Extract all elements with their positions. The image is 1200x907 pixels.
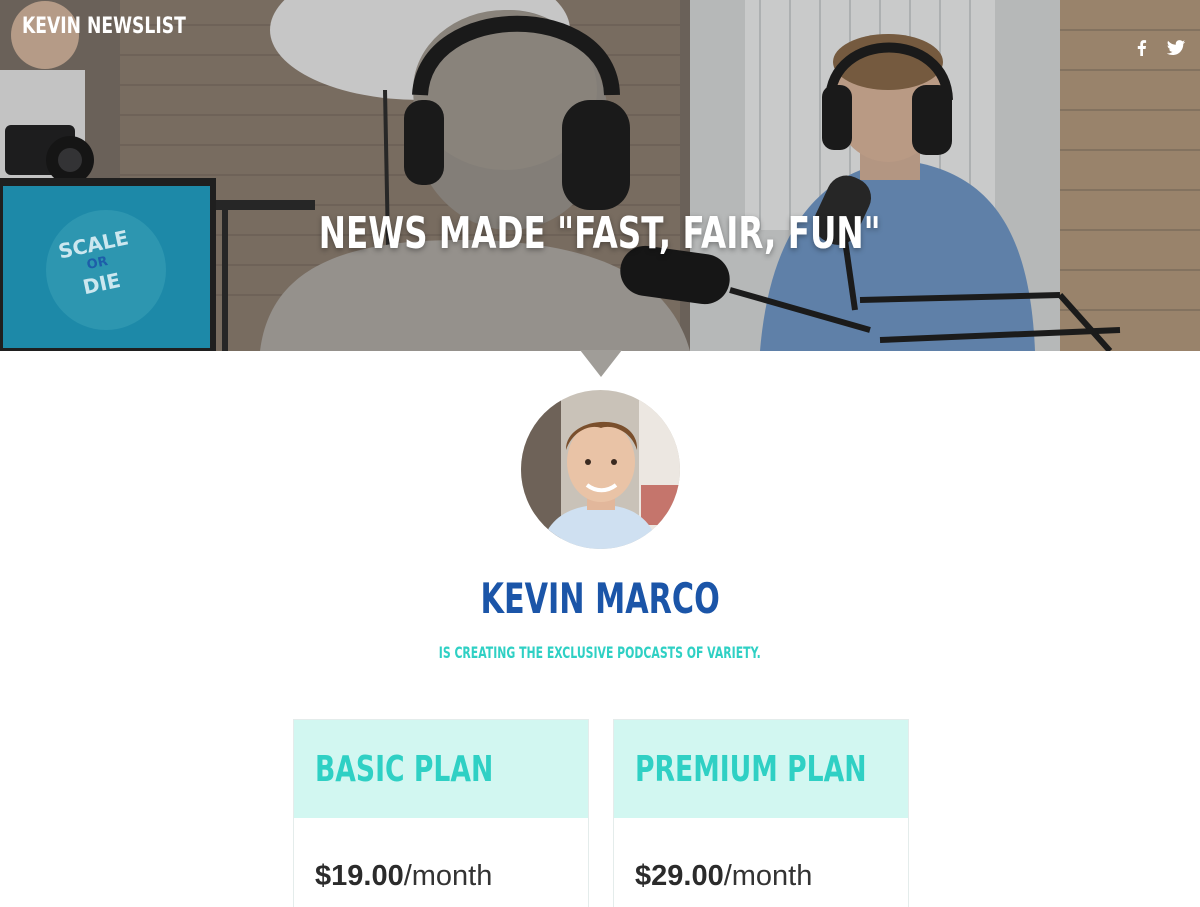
hero-headline-text: NEWS MADE "FAST, FAIR, FUN" (319, 208, 881, 259)
plan-title: PREMIUM PLAN (635, 748, 867, 790)
twitter-icon[interactable] (1166, 38, 1186, 58)
plan-price-amount: $19.00 (315, 860, 404, 892)
site-brand-link[interactable]: KEVIN NEWSLIST (22, 14, 186, 39)
plan-header: PREMIUM PLAN (614, 720, 908, 818)
social-links (1132, 38, 1186, 58)
hero-overlay (0, 0, 1200, 351)
plan-title: BASIC PLAN (315, 748, 494, 790)
plan-price-amount: $29.00 (635, 860, 724, 892)
plan-price: $19.00/month (315, 860, 492, 893)
hero-pointer (580, 350, 622, 377)
hero-headline: NEWS MADE "FAST, FAIR, FUN" (0, 208, 1200, 259)
creator-tagline-text: IS CREATING THE EXCLUSIVE PODCASTS OF VA… (438, 643, 761, 662)
plan-price-period: /month (723, 860, 813, 892)
plan-card-premium[interactable]: PREMIUM PLAN $29.00/month (613, 719, 909, 907)
plan-card-basic[interactable]: BASIC PLAN $19.00/month (293, 719, 589, 907)
hero-banner: SCALE OR DIE KEVIN NEWSLIST NEWS MADE "F… (0, 0, 1200, 351)
creator-name-text: KEVIN MARCO (480, 574, 720, 623)
creator-portrait (521, 390, 680, 549)
facebook-icon[interactable] (1132, 38, 1152, 58)
plan-price: $29.00/month (635, 860, 812, 893)
creator-tagline: IS CREATING THE EXCLUSIVE PODCASTS OF VA… (0, 643, 1200, 662)
avatar (521, 390, 680, 549)
creator-name: KEVIN MARCO (0, 574, 1200, 623)
plan-header: BASIC PLAN (294, 720, 588, 818)
plan-price-period: /month (403, 860, 493, 892)
